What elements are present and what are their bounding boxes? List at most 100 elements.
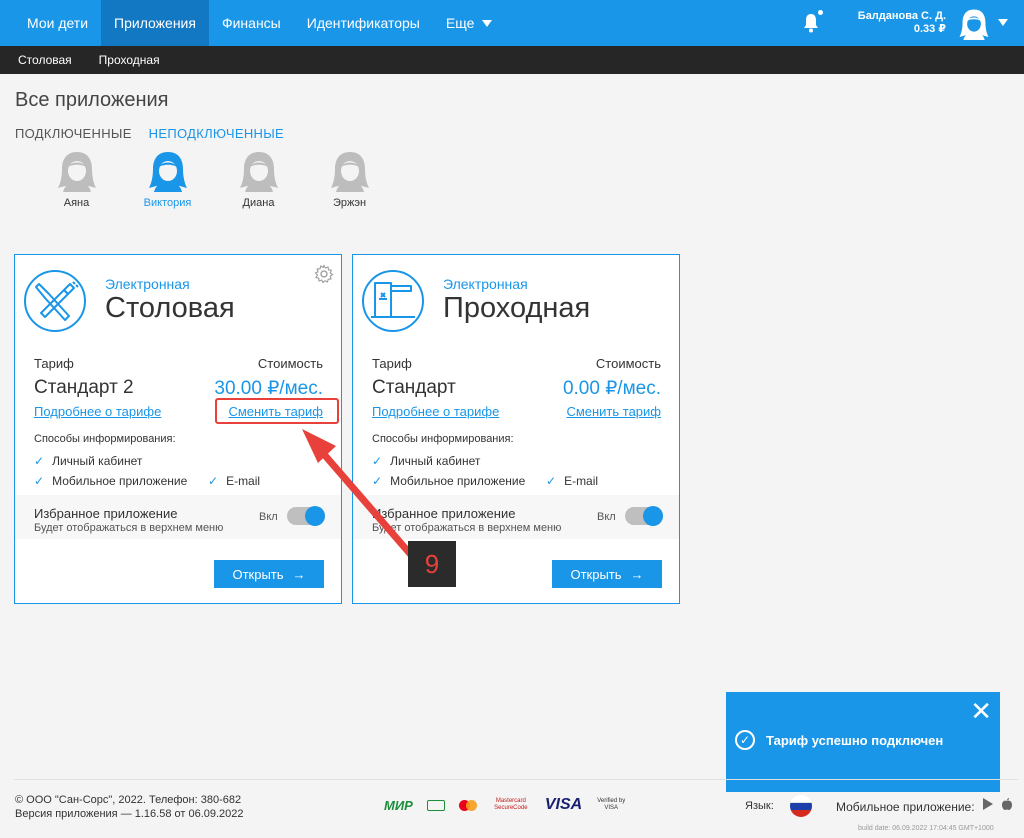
child-name: Аяна	[63, 197, 90, 209]
check-icon: ✓	[546, 474, 557, 488]
cost-label: Стоимость	[257, 356, 323, 371]
tariff-price: 0.00 ₽/мес.	[562, 378, 661, 399]
user-name: Балданова С. Д.	[857, 10, 946, 22]
tariff-details-link[interactable]: Подробнее о тарифе	[372, 404, 499, 419]
annotation-highlight-box	[215, 398, 339, 424]
channel-email: ✓ E-mail	[208, 474, 260, 488]
mir-logo: МИР	[384, 797, 413, 813]
tab-unconnected[interactable]: НЕПОДКЛЮЧЕННЫЕ	[149, 126, 284, 141]
notification-dot	[818, 10, 823, 15]
tariff-label: Тариф	[372, 356, 412, 371]
channel-email: ✓ E-mail	[546, 474, 598, 488]
toggle-knob	[643, 506, 663, 526]
open-button[interactable]: Открыть →	[552, 560, 662, 588]
turnstile-icon	[362, 270, 424, 332]
nav-more-label: Еще	[445, 15, 475, 31]
channel-mobile: ✓ Мобильное приложение	[372, 474, 525, 488]
user-balance: 0.33 ₽	[913, 23, 946, 35]
children-selector: Аяна Виктория Диана Эржэн	[31, 150, 395, 209]
channel-cabinet: ✓ Личный кабинет	[372, 454, 480, 468]
russia-flag-icon[interactable]	[790, 795, 812, 817]
gear-icon[interactable]	[314, 264, 334, 284]
card-subtitle: Электронная	[105, 276, 190, 292]
payment-logos: МИР Mastercard SecureCode VISA Verified …	[384, 796, 626, 814]
child-avatar-icon	[57, 152, 96, 192]
page-title: Все приложения	[15, 89, 169, 111]
user-info[interactable]: Балданова С. Д. 0.33 ₽	[858, 10, 946, 36]
visa-logo: VISA	[544, 796, 583, 813]
check-icon: ✓	[34, 454, 45, 468]
footer-info: © ООО "Сан-Сорс", 2022. Телефон: 380-682…	[15, 793, 244, 821]
change-tariff-link[interactable]: Сменить тариф	[566, 404, 661, 419]
favorite-title: Избранное приложение	[372, 506, 516, 521]
success-toast: ✕ ✓ Тариф успешно подключен	[726, 692, 1000, 792]
channel-label: E-mail	[226, 474, 261, 488]
channel-label: Личный кабинет	[390, 454, 481, 468]
open-button-label: Открыть	[232, 566, 284, 582]
mobile-app-label: Мобильное приложение:	[836, 800, 975, 814]
check-icon: ✓	[372, 454, 383, 468]
channel-label: Личный кабинет	[52, 454, 143, 468]
child-erzhen[interactable]: Эржэн	[304, 150, 395, 209]
card-icon	[426, 799, 445, 811]
tariff-price: 30.00 ₽/мес.	[214, 378, 323, 399]
app-card-canteen: Электронная Столовая Тариф Стоимость Ста…	[14, 254, 342, 604]
toggle-knob	[305, 506, 325, 526]
channel-label: Мобильное приложение	[390, 474, 526, 488]
child-viktoria[interactable]: Виктория	[122, 150, 213, 209]
tab-connected[interactable]: ПОДКЛЮЧЕННЫЕ	[15, 126, 132, 141]
nav-more[interactable]: Еще	[433, 0, 506, 46]
close-icon[interactable]: ✕	[970, 698, 992, 724]
footer-divider	[14, 779, 1018, 780]
child-avatar-icon	[330, 152, 369, 192]
channel-label: E-mail	[564, 474, 599, 488]
favorite-toggle[interactable]	[625, 506, 663, 526]
arrow-right-icon: →	[292, 566, 306, 582]
tariff-name: Стандарт	[372, 377, 456, 398]
subnav-checkpoint[interactable]: Проходная	[99, 53, 160, 67]
mastercard-securecode-logo: Mastercard SecureCode	[494, 798, 528, 811]
card-title: Столовая	[105, 292, 235, 324]
card-subtitle: Электронная	[443, 276, 528, 292]
child-diana[interactable]: Диана	[213, 150, 304, 209]
annotation-step-badge: 9	[408, 541, 456, 587]
favorite-toggle[interactable]	[287, 506, 325, 526]
favorite-title: Избранное приложение	[34, 506, 178, 521]
inform-methods-title: Способы информирования:	[34, 433, 176, 445]
avatar-icon[interactable]	[958, 8, 990, 40]
nav-finances[interactable]: Финансы	[209, 0, 294, 46]
tariff-details-link[interactable]: Подробнее о тарифе	[34, 404, 161, 419]
channel-cabinet: ✓ Личный кабинет	[34, 454, 142, 468]
language-label: Язык:	[745, 800, 774, 812]
google-play-icon[interactable]	[981, 797, 995, 811]
child-name: Эржэн	[332, 197, 367, 209]
check-icon: ✓	[34, 474, 45, 488]
bell-icon[interactable]	[803, 13, 819, 33]
open-button[interactable]: Открыть →	[214, 560, 324, 588]
favorite-description: Будет отображаться в верхнем меню	[34, 522, 224, 534]
check-icon: ✓	[208, 474, 219, 488]
apple-icon[interactable]	[1000, 797, 1014, 811]
fork-knife-icon	[24, 270, 86, 332]
cost-label: Стоимость	[595, 356, 661, 371]
channel-mobile: ✓ Мобильное приложение	[34, 474, 187, 488]
user-menu-chevron-icon[interactable]	[998, 19, 1008, 26]
version-text: Версия приложения — 1.16.58 от 06.09.202…	[15, 808, 244, 820]
nav-identifiers[interactable]: Идентификаторы	[294, 0, 433, 46]
copyright-text: © ООО "Сан-Сорс", 2022. Телефон: 380-682	[15, 794, 242, 806]
verified-by-visa-logo: Verified by VISA	[597, 798, 626, 811]
toggle-label: Вкл	[259, 511, 278, 523]
child-avatar-icon	[148, 152, 187, 192]
favorite-description: Будет отображаться в верхнем меню	[372, 522, 562, 534]
check-icon: ✓	[372, 474, 383, 488]
child-ayana[interactable]: Аяна	[31, 150, 122, 209]
nav-my-children[interactable]: Мои дети	[0, 0, 101, 46]
arrow-right-icon: →	[630, 566, 644, 582]
toast-text: Тариф успешно подключен	[766, 732, 944, 748]
subnav-canteen[interactable]: Столовая	[18, 53, 72, 67]
card-title: Проходная	[443, 292, 591, 324]
nav-applications[interactable]: Приложения	[101, 0, 209, 46]
inform-methods-title: Способы информирования:	[372, 433, 514, 445]
check-circle-icon: ✓	[735, 730, 755, 750]
build-date: build date: 06.09.2022 17:04:45 GMT+1000	[858, 825, 994, 832]
